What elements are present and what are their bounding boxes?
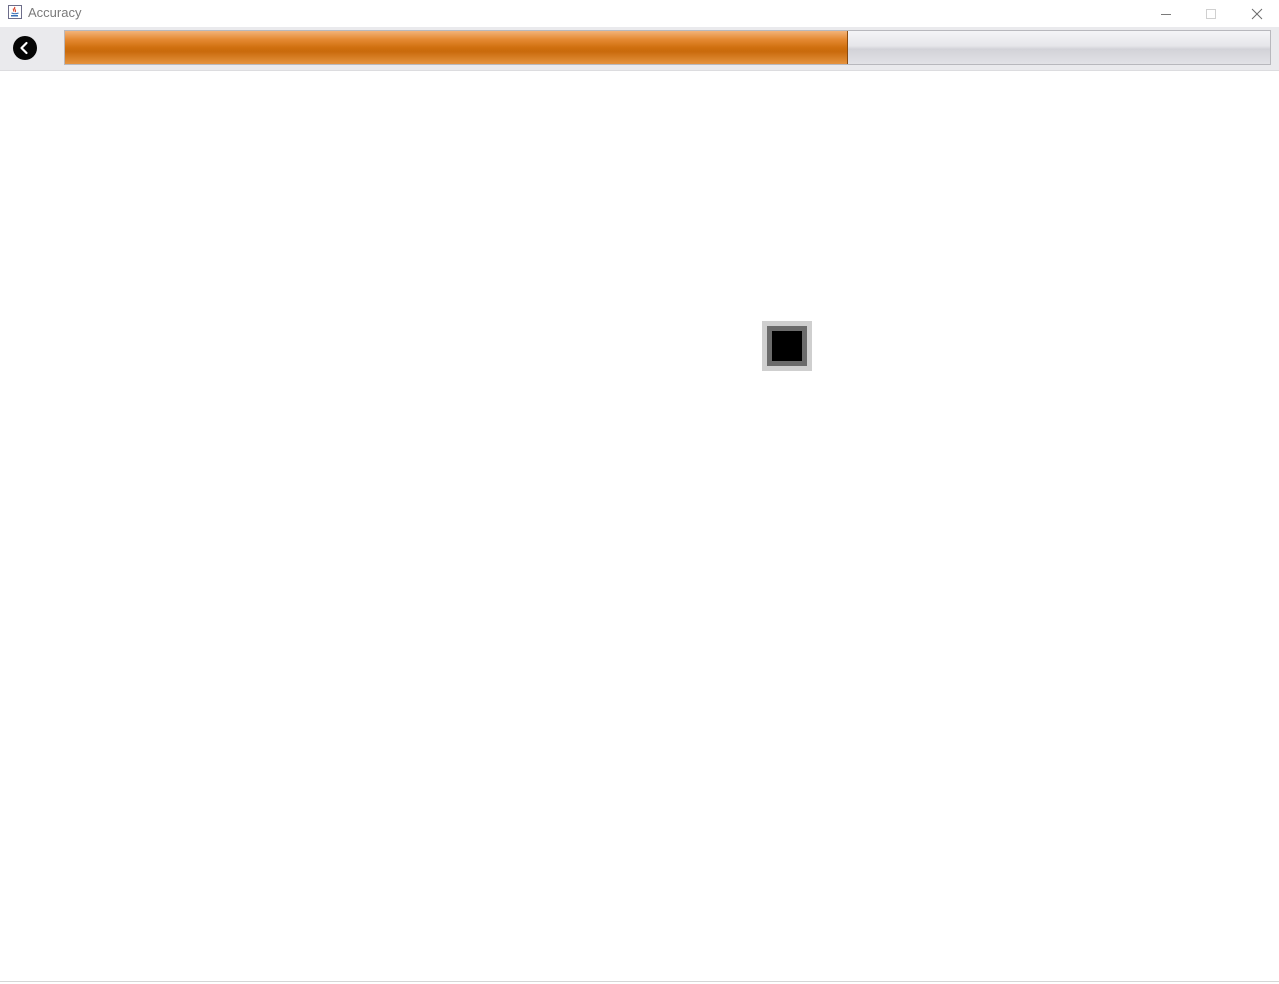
- window-title: Accuracy: [28, 5, 82, 20]
- toolbar: [0, 27, 1279, 71]
- square-target[interactable]: [762, 321, 812, 371]
- bottom-border: [0, 981, 1279, 982]
- title-bar: Accuracy: [0, 0, 1279, 27]
- target-core: [772, 331, 802, 361]
- minimize-icon: [1160, 13, 1171, 15]
- close-button[interactable]: [1234, 0, 1279, 27]
- close-icon: [1251, 8, 1262, 19]
- target-middle-ring: [767, 326, 807, 366]
- maximize-icon: [1205, 8, 1216, 19]
- maximize-button[interactable]: [1188, 0, 1233, 27]
- chevron-left-icon: [20, 41, 28, 55]
- back-button[interactable]: [13, 36, 37, 60]
- progress-bar-fill: [65, 31, 849, 64]
- java-app-icon: [7, 4, 23, 20]
- progress-bar: [64, 30, 1271, 65]
- accuracy-window: Accuracy: [0, 0, 1279, 984]
- minimize-button[interactable]: [1143, 0, 1188, 27]
